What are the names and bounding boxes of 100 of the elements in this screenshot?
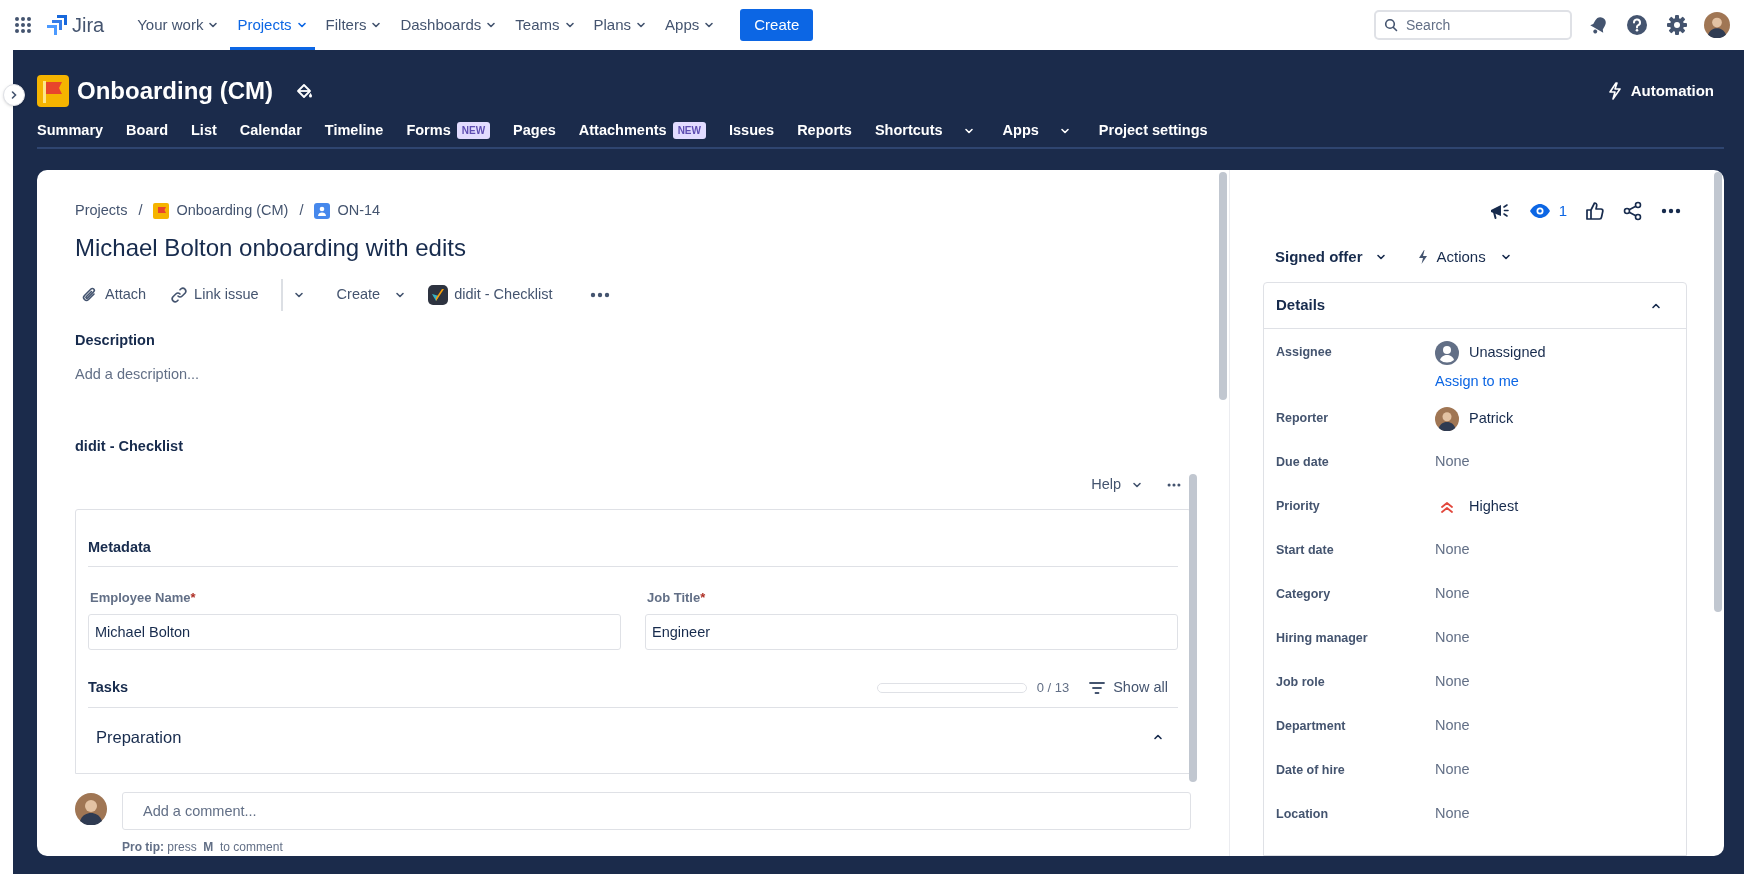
text-input[interactable]: Michael Bolton	[88, 614, 621, 651]
field-value[interactable]: Highest	[1469, 495, 1519, 518]
breadcrumb-link[interactable]: Projects	[75, 200, 128, 222]
app-name: Jira	[72, 13, 105, 38]
more-icon	[1167, 482, 1181, 489]
field-value[interactable]: Unassigned	[1469, 342, 1546, 364]
project-tab[interactable]: Apps	[1002, 119, 1071, 142]
search-icon	[1384, 18, 1398, 32]
breadcrumb-link[interactable]: Onboarding (CM)	[153, 200, 289, 222]
field-label: Priority	[1276, 497, 1321, 515]
unassigned-user-icon	[1435, 341, 1459, 365]
nav-item[interactable]: Filters	[318, 0, 390, 50]
field-label: Location	[1276, 805, 1330, 823]
project-tab[interactable]: Shortcuts	[874, 119, 975, 142]
description-placeholder[interactable]: Add a description...	[75, 363, 1191, 386]
project-tab[interactable]: Project settings	[1098, 119, 1208, 142]
share-icon[interactable]	[1623, 201, 1643, 221]
field-value[interactable]: Patrick	[1469, 407, 1514, 430]
field-label: Job role	[1276, 673, 1326, 691]
new-badge: NEW	[456, 122, 491, 139]
actions-button[interactable]: Actions	[1416, 245, 1512, 269]
field-value: None	[1435, 539, 1470, 559]
section-heading: didit - Checklist	[75, 436, 184, 456]
thumbs-up-icon[interactable]	[1585, 201, 1605, 221]
scrollbar[interactable]	[1219, 172, 1227, 400]
help-icon[interactable]	[1626, 14, 1648, 36]
avatar	[75, 793, 107, 825]
status-button[interactable]: Signed offer	[1275, 245, 1387, 269]
link-button[interactable]: Link issue	[164, 279, 265, 311]
app-logo-icon	[428, 285, 449, 305]
project-tab[interactable]: Timeline	[324, 119, 384, 142]
field-label: Assignee	[1276, 344, 1333, 361]
create-button[interactable]: Create	[740, 9, 814, 41]
project-tab[interactable]: Calendar	[239, 119, 302, 142]
field-label: Hiring manager	[1276, 629, 1369, 647]
field-value: None	[1435, 627, 1470, 647]
text-input[interactable]: Engineer	[645, 614, 1178, 651]
breadcrumb-separator: /	[138, 201, 143, 221]
nav-item[interactable]: Teams	[508, 0, 583, 50]
breadcrumb-link[interactable]: ON-14	[314, 200, 381, 222]
project-tab[interactable]: Forms NEW	[406, 119, 491, 142]
comment-field[interactable]: Add a comment...	[122, 792, 1191, 830]
attach-button[interactable]: Attach	[75, 279, 153, 311]
project-tab[interactable]: Board	[126, 119, 168, 142]
avatar	[1435, 406, 1459, 431]
field-label: Employee Name*	[89, 588, 197, 607]
scrollbar[interactable]	[1714, 172, 1722, 612]
project-title: Onboarding (CM)	[77, 76, 273, 106]
more-button[interactable]	[1167, 482, 1181, 489]
assign-to-me-link[interactable]: Assign to me	[1435, 371, 1519, 393]
task-group-header[interactable]: Preparation	[88, 708, 1178, 767]
megaphone-icon[interactable]	[1488, 201, 1511, 221]
project-icon	[153, 203, 170, 219]
nav-item[interactable]: Your work	[130, 0, 227, 50]
eye-icon	[1528, 203, 1551, 219]
field-label: Reporter	[1276, 409, 1330, 427]
section-heading: Description	[75, 331, 156, 350]
breadcrumb-separator: /	[299, 201, 304, 221]
avatar[interactable]	[1704, 12, 1730, 38]
jira-logo-icon	[46, 14, 68, 36]
project-tab[interactable]: Attachments NEW	[578, 119, 706, 142]
nav-item[interactable]: Dashboards	[393, 0, 505, 50]
project-tab[interactable]: Reports	[797, 119, 852, 142]
progress-count: 0 / 13	[1036, 678, 1070, 697]
paint-bucket-icon[interactable]	[294, 82, 313, 100]
field-value: None	[1435, 451, 1470, 471]
scrollbar[interactable]	[1189, 474, 1197, 783]
project-tab[interactable]: Issues	[729, 119, 775, 142]
watch-button[interactable]: 1	[1528, 199, 1567, 223]
filter-icon	[1089, 680, 1106, 695]
app-switcher-icon[interactable]	[14, 16, 32, 34]
field-label: Date of hire	[1276, 761, 1346, 779]
field-value: None	[1435, 715, 1470, 735]
more-icon	[1661, 208, 1681, 214]
field-value: None	[1435, 759, 1470, 779]
field-label: Category	[1276, 585, 1332, 603]
more-button[interactable]	[1661, 208, 1681, 214]
help-button[interactable]: Help	[1091, 474, 1143, 496]
project-tab[interactable]: List	[191, 119, 217, 142]
search-field[interactable]: Search	[1374, 10, 1572, 40]
section-heading: Tasks	[88, 677, 129, 697]
new-badge: NEW	[672, 122, 706, 139]
field-label: Start date	[1276, 541, 1335, 559]
field-label: Department	[1276, 717, 1347, 735]
field-value: None	[1435, 583, 1470, 603]
project-tab[interactable]: Summary	[37, 119, 104, 142]
field-label: Job Title*	[646, 588, 707, 607]
issue-type-icon	[314, 203, 331, 219]
nav-item[interactable]: Plans	[586, 0, 655, 50]
details-header[interactable]: Details	[1264, 283, 1686, 329]
show-all-button[interactable]: Show all	[1089, 676, 1168, 699]
app-button[interactable]: didit - Checklist	[422, 279, 559, 311]
issue-title: Michael Bolton onboarding with edits	[75, 233, 467, 263]
settings-icon[interactable]	[1666, 14, 1688, 36]
nav-item[interactable]: Apps	[658, 0, 723, 50]
link-icon	[170, 286, 189, 304]
automation-button[interactable]: Automation	[1606, 79, 1724, 103]
create-menu-button[interactable]: Create	[328, 279, 415, 311]
lightning-icon	[1606, 82, 1623, 100]
project-tab[interactable]: Pages	[513, 119, 556, 142]
